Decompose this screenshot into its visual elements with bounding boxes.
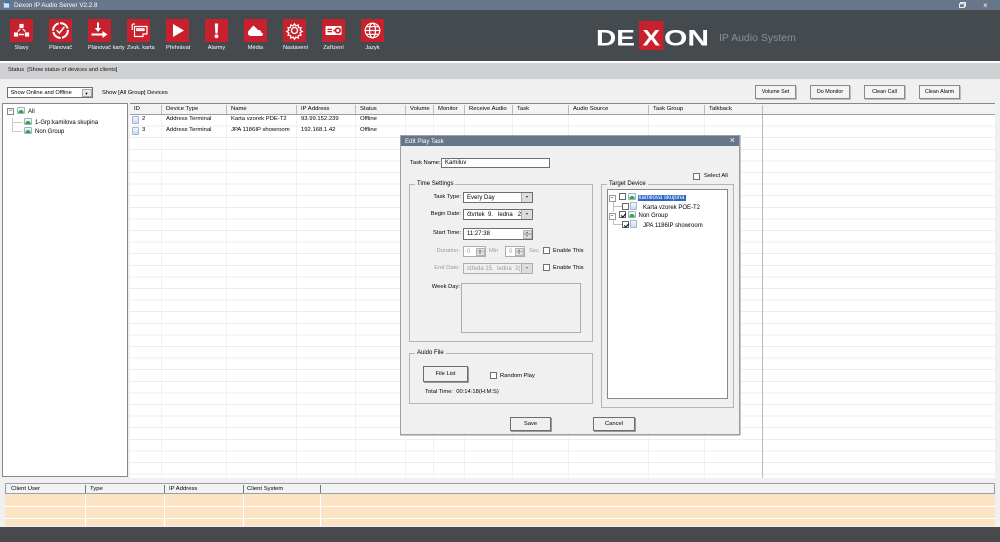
svg-text:ON: ON bbox=[664, 25, 709, 50]
svg-text:X: X bbox=[643, 25, 661, 50]
svg-text:DE: DE bbox=[596, 25, 635, 50]
